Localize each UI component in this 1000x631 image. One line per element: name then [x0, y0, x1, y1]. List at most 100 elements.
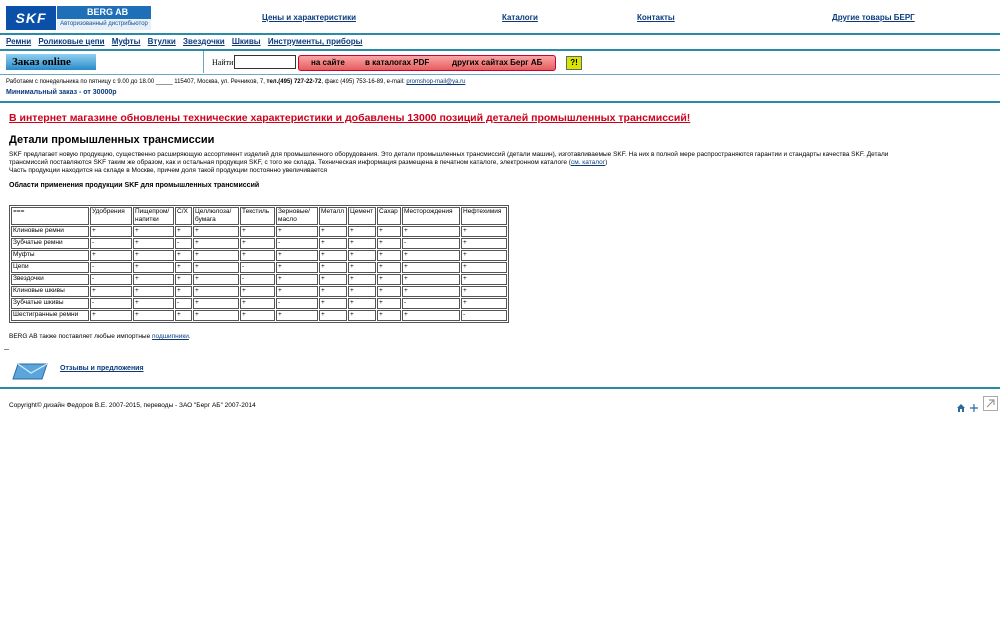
table-cell: -	[90, 238, 132, 249]
table-cell: +	[193, 226, 239, 237]
table-cell: +	[276, 274, 318, 285]
order-online-button[interactable]: Заказ online	[6, 54, 96, 70]
external-link-icon[interactable]	[983, 396, 998, 411]
table-cell: -	[90, 274, 132, 285]
table-cell: -	[175, 298, 192, 309]
envelope-icon[interactable]	[12, 362, 48, 380]
table-cell: +	[348, 286, 376, 297]
table-header-cell: С/Х	[175, 207, 192, 225]
table-cell: +	[193, 250, 239, 261]
berg-logo[interactable]: BERG AB Авторизованный дистрибьютор	[57, 6, 151, 30]
table-cell: -	[276, 238, 318, 249]
move-icon[interactable]	[970, 404, 978, 412]
table-cell: -	[90, 298, 132, 309]
table-header-row: === Удобрения Пищепром/ напитки С/Х Целл…	[11, 207, 507, 225]
table-row: Клиновые ремни + + + + + + + + + + +	[11, 226, 507, 237]
intro-text: SKF предлагает новую продукцию, существе…	[9, 151, 889, 166]
order-separator	[203, 51, 204, 73]
table-cell: +	[348, 310, 376, 321]
table-cell: +	[133, 286, 174, 297]
link-prices[interactable]: Цены и характеристики	[262, 13, 356, 22]
table-cell: +	[377, 274, 401, 285]
nav-roller-chains[interactable]: Роликовые цепи	[38, 37, 104, 46]
search-input[interactable]	[234, 55, 296, 69]
table-cell: +	[240, 286, 275, 297]
table-cell: +	[319, 226, 347, 237]
table-row: Зубчатые ремни - + - + + - + + + - +	[11, 238, 507, 249]
nav-tools[interactable]: Инструменты, приборы	[268, 37, 363, 46]
info-divider	[0, 101, 1000, 103]
table-cell: +	[319, 238, 347, 249]
table-cell: +	[133, 274, 174, 285]
table-cell: +	[276, 286, 318, 297]
table-cell: +	[319, 274, 347, 285]
table-cell: -	[240, 274, 275, 285]
search-other-sites-button[interactable]: других сайтах Берг АБ	[452, 58, 542, 67]
table-row: Муфты + + + + + + + + + + +	[11, 250, 507, 261]
table-cell: +	[319, 262, 347, 273]
table-cell: +	[193, 238, 239, 249]
bearings-link[interactable]: подшипники	[152, 333, 189, 340]
table-cell: +	[90, 310, 132, 321]
table-cell: +	[377, 238, 401, 249]
header-divider	[0, 33, 1000, 35]
nav-pulleys[interactable]: Шкивы	[232, 37, 261, 46]
table-row: Цепи - + + + - + + + + + +	[11, 262, 507, 273]
table-cell: +	[377, 286, 401, 297]
table-header-cell: Цемент	[348, 207, 376, 225]
table-cell: +	[90, 286, 132, 297]
table-header-cell: Нефтехимия	[461, 207, 507, 225]
table-cell: +	[377, 310, 401, 321]
skf-logo[interactable]: SKF	[6, 6, 56, 30]
home-icon[interactable]	[957, 404, 965, 412]
help-button[interactable]: ?!	[566, 56, 582, 70]
link-catalogs[interactable]: Каталоги	[502, 13, 538, 22]
table-cell: +	[193, 286, 239, 297]
table-cell: +	[276, 250, 318, 261]
catalog-link[interactable]: см. каталог	[571, 159, 605, 166]
email-link[interactable]: promshop-mail@ya.ru	[406, 79, 465, 85]
table-cell: +	[133, 298, 174, 309]
table-cell: +	[348, 250, 376, 261]
table-row-label: Зубчатые ремни	[11, 238, 89, 249]
table-header-cell: Пищепром/ напитки	[133, 207, 174, 225]
table-cell: +	[175, 262, 192, 273]
search-scope-bar: на сайте в каталогах PDF других сайтах Б…	[298, 55, 556, 71]
table-cell: +	[276, 226, 318, 237]
intro-text-line2: Часть продукции находится на складе в Мо…	[9, 167, 328, 174]
nav-sprockets[interactable]: Звездочки	[183, 37, 225, 46]
table-cell: +	[461, 250, 507, 261]
table-cell: +	[276, 262, 318, 273]
link-contacts[interactable]: Контакты	[637, 13, 675, 22]
find-label: Найти	[212, 58, 234, 67]
contact-info: Работаем с понедельника по пятницу с 9.0…	[6, 79, 465, 85]
table-header-cell: Месторождения	[402, 207, 460, 225]
nav-divider	[0, 49, 1000, 51]
berg-logo-title: BERG AB	[87, 7, 129, 17]
fax: , факс (495) 753-16-89, e-mail:	[321, 79, 407, 85]
news-headline-link[interactable]: В интернет магазине обновлены технически…	[9, 112, 690, 124]
table-cell: +	[319, 298, 347, 309]
feedback-link[interactable]: Отзывы и предложения	[60, 365, 144, 372]
table-cell: -	[175, 238, 192, 249]
link-other-goods[interactable]: Другие товары БЕРГ	[832, 13, 915, 22]
nav-bushings[interactable]: Втулки	[148, 37, 176, 46]
nav-belts[interactable]: Ремни	[6, 37, 31, 46]
table-cell: +	[193, 298, 239, 309]
section-title: Детали промышленных трансмиссии	[9, 134, 215, 146]
search-on-site-button[interactable]: на сайте	[311, 58, 345, 67]
table-header-cell: Сахар	[377, 207, 401, 225]
search-pdf-catalogs-button[interactable]: в каталогах PDF	[365, 58, 429, 67]
table-cell: -	[402, 238, 460, 249]
nav-couplings[interactable]: Муфты	[112, 37, 141, 46]
footer-divider	[0, 387, 1000, 389]
bearings-note-end: .	[188, 333, 191, 340]
table-cell: +	[133, 262, 174, 273]
table-cell: +	[319, 250, 347, 261]
working-hours: Работаем с понедельника по пятницу с 9.0…	[6, 79, 267, 85]
table-cell: -	[240, 262, 275, 273]
small-divider	[4, 349, 9, 350]
table-cell: +	[193, 274, 239, 285]
category-nav: Ремни Роликовые цепи Муфты Втулки Звездо…	[6, 37, 367, 46]
table-cell: +	[240, 298, 275, 309]
